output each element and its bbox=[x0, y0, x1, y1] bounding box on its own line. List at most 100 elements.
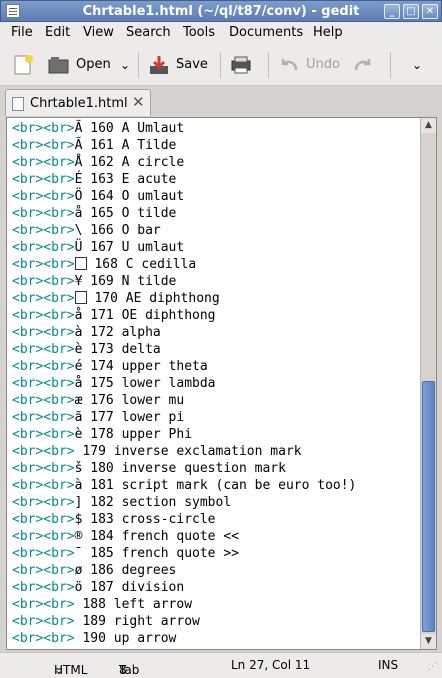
html-tag: <br><br> bbox=[12, 614, 75, 629]
undo-button[interactable]: Undo bbox=[278, 52, 342, 78]
toolbar-overflow-button[interactable]: ⌄ bbox=[412, 52, 426, 78]
html-tag: <br><br> bbox=[12, 172, 75, 187]
line-text: \ 166 O bar bbox=[74, 223, 161, 238]
line-text: 170 AE diphthong bbox=[86, 291, 220, 306]
line-text: Ã 161 A Tilde bbox=[74, 138, 177, 153]
html-tag: <br><br> bbox=[12, 138, 75, 153]
editor-line: <br><br>å 165 O tilde bbox=[12, 205, 356, 222]
scroll-up-icon[interactable]: ▲ bbox=[421, 118, 436, 133]
html-tag: <br><br> bbox=[12, 427, 75, 442]
print-icon bbox=[231, 56, 251, 74]
undo-icon bbox=[281, 59, 298, 71]
html-tag: <br><br> bbox=[12, 495, 75, 510]
editor-line: <br><br>® 184 french quote << bbox=[12, 528, 356, 545]
line-text: ¯ 185 french quote >> bbox=[74, 546, 239, 561]
editor-line: <br><br>Ã 160 A Umlaut bbox=[12, 120, 356, 137]
line-text: 190 up arrow bbox=[74, 631, 177, 646]
menu-file[interactable]: File bbox=[11, 25, 33, 40]
editor-line: <br><br> 188 left arrow bbox=[12, 596, 356, 613]
line-text: à 181 script mark (can be euro too!) bbox=[74, 478, 357, 493]
editor-lines[interactable]: <br><br>Ã 160 A Umlaut <br><br>Ã 161 A Ti… bbox=[12, 120, 356, 647]
html-tag: <br><br> bbox=[12, 291, 75, 306]
save-button[interactable]: Save bbox=[148, 52, 210, 78]
line-text: 179 inverse exclamation mark bbox=[74, 444, 302, 459]
html-tag: <br><br> bbox=[12, 529, 75, 544]
html-file-icon bbox=[12, 97, 24, 111]
html-tag: <br><br> bbox=[12, 121, 75, 136]
html-tag: <br><br> bbox=[12, 461, 75, 476]
scroll-down-icon[interactable]: ▼ bbox=[421, 634, 436, 649]
html-tag: <br><br> bbox=[12, 240, 75, 255]
line-text: ¥ 169 N tilde bbox=[74, 274, 177, 289]
editor-line: <br><br>Ö 164 O umlaut bbox=[12, 188, 356, 205]
html-tag: <br><br> bbox=[12, 410, 75, 425]
tab-label: Chrtable1.html bbox=[30, 96, 128, 111]
chevron-down-icon[interactable]: ⌄ bbox=[120, 52, 130, 78]
missing-glyph-icon bbox=[74, 257, 87, 270]
menu-help[interactable]: Help bbox=[313, 25, 343, 40]
menu-tools[interactable]: Tools bbox=[183, 25, 215, 40]
html-tag: <br><br> bbox=[12, 376, 75, 391]
editor-line: <br><br>æ 176 lower mu bbox=[12, 392, 356, 409]
html-tag: <br><br> bbox=[12, 274, 75, 289]
new-document-button[interactable] bbox=[12, 52, 38, 78]
vertical-scrollbar[interactable]: ▲ ▼ bbox=[420, 118, 436, 649]
menu-view[interactable]: View bbox=[83, 25, 114, 40]
cursor-position: Ln 27, Col 11 bbox=[231, 658, 311, 672]
close-window-button[interactable]: ✕ bbox=[422, 4, 438, 19]
editor-line: <br><br> 189 right arrow bbox=[12, 613, 356, 630]
html-tag: <br><br> bbox=[12, 257, 75, 272]
html-tag: <br><br> bbox=[12, 393, 75, 408]
menu-search[interactable]: Search bbox=[126, 25, 171, 40]
editor-line: <br><br>¯ 185 french quote >> bbox=[12, 545, 356, 562]
line-text: æ 176 lower mu bbox=[74, 393, 185, 408]
menu-edit[interactable]: Edit bbox=[45, 25, 70, 40]
editor-line: <br><br>à 172 alpha bbox=[12, 324, 356, 341]
editor-line: <br><br> 179 inverse exclamation mark bbox=[12, 443, 356, 460]
print-button[interactable] bbox=[230, 52, 256, 78]
minimize-button[interactable]: _ bbox=[384, 4, 400, 19]
editor-line: <br><br>é 174 upper theta bbox=[12, 358, 356, 375]
line-text: è 173 delta bbox=[74, 342, 161, 357]
menu-bar: File Edit View Search Tools Documents He… bbox=[0, 22, 442, 44]
tab-chrtable1[interactable]: Chrtable1.html ✕ bbox=[5, 89, 151, 116]
window-title: Chrtable1.html (~/ql/t87/conv) - gedit bbox=[82, 4, 360, 19]
open-button[interactable]: Open ⌄ bbox=[48, 52, 138, 78]
menu-documents[interactable]: Documents bbox=[229, 25, 303, 40]
html-tag: <br><br> bbox=[12, 342, 75, 357]
editor-line: <br><br>è 173 delta bbox=[12, 341, 356, 358]
html-tag: <br><br> bbox=[12, 189, 75, 204]
editor-line: <br><br>\ 166 O bar bbox=[12, 222, 356, 239]
close-icon[interactable]: ✕ bbox=[132, 93, 145, 111]
line-text: š 180 inverse question mark bbox=[74, 461, 286, 476]
line-text: Ü 167 U umlaut bbox=[74, 240, 185, 255]
html-tag: <br><br> bbox=[12, 546, 75, 561]
editor-line: <br><br>à 181 script mark (can be euro t… bbox=[12, 477, 356, 494]
line-text: ø 186 degrees bbox=[74, 563, 177, 578]
toolbar-separator bbox=[138, 52, 139, 78]
editor-line: <br><br>ã 177 lower pi bbox=[12, 409, 356, 426]
redo-button[interactable] bbox=[352, 52, 378, 78]
document-tabs: Chrtable1.html ✕ bbox=[0, 86, 442, 116]
scrollbar-thumb[interactable] bbox=[422, 381, 435, 632]
editor-line: <br><br> 168 C cedilla bbox=[12, 256, 356, 273]
editor-line: <br><br>] 182 section symbol bbox=[12, 494, 356, 511]
html-tag: <br><br> bbox=[12, 223, 75, 238]
title-bar[interactable]: Chrtable1.html (~/ql/t87/conv) - gedit _… bbox=[0, 0, 442, 22]
open-label: Open bbox=[76, 57, 111, 72]
editor-line: <br><br>ø 186 degrees bbox=[12, 562, 356, 579]
editor-line: <br><br>¥ 169 N tilde bbox=[12, 273, 356, 290]
line-text: å 171 OE diphthong bbox=[74, 308, 216, 323]
chevron-down-icon: ⌄ bbox=[412, 58, 423, 72]
toolbar: Open ⌄ Save Undo ⌄ bbox=[0, 44, 442, 86]
line-text: 189 right arrow bbox=[74, 614, 200, 629]
html-tag: <br><br> bbox=[12, 155, 75, 170]
html-tag: <br><br> bbox=[12, 444, 75, 459]
resize-grip-icon[interactable]: ⋰ bbox=[428, 662, 437, 672]
maximize-button[interactable]: □ bbox=[403, 4, 419, 19]
text-editor[interactable]: <br><br>Ã 160 A Umlaut <br><br>Ã 161 A Ti… bbox=[6, 117, 437, 650]
line-text: å 175 lower lambda bbox=[74, 376, 216, 391]
redo-icon bbox=[354, 59, 371, 71]
line-text: é 174 upper theta bbox=[74, 359, 208, 374]
line-text: É 163 E acute bbox=[74, 172, 177, 187]
